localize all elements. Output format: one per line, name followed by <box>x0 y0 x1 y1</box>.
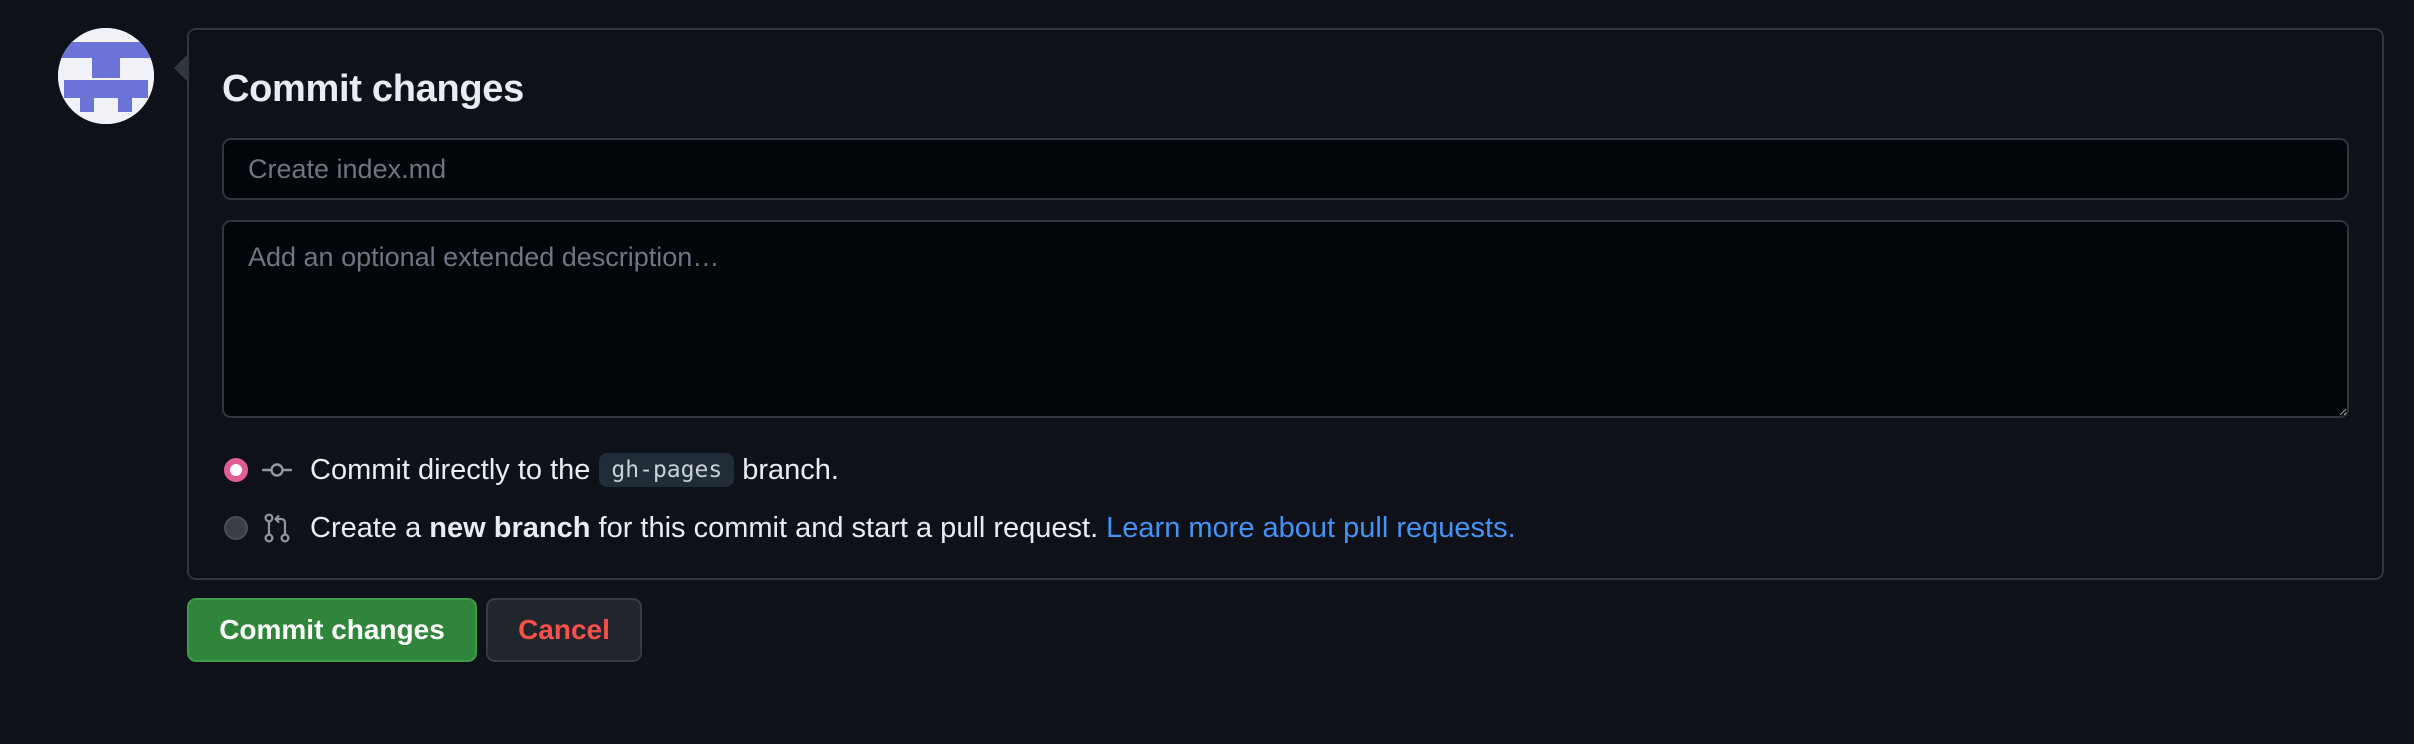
cancel-button[interactable]: Cancel <box>486 598 642 662</box>
commit-directly-text-before: Commit directly to the <box>310 453 591 486</box>
commit-description-textarea[interactable] <box>222 220 2349 418</box>
new-branch-bold-text: new branch <box>429 511 591 544</box>
commit-page: Commit changes Commit directly to the gh… <box>0 0 2414 744</box>
new-branch-text-before: Create a <box>310 511 422 544</box>
box-pointer <box>174 54 188 82</box>
identicon-icon <box>58 28 154 124</box>
branch-name-badge: gh-pages <box>599 453 735 487</box>
user-avatar[interactable] <box>58 28 154 124</box>
option-new-branch[interactable]: Create a new branch for this commit and … <box>224 508 1516 548</box>
option-commit-directly[interactable]: Commit directly to the gh-pages branch. <box>224 450 839 490</box>
commit-directly-text-after: branch. <box>742 453 839 486</box>
commit-summary-input[interactable] <box>222 138 2349 200</box>
git-pull-request-icon <box>262 513 292 543</box>
commit-directly-radio[interactable] <box>224 458 248 482</box>
git-commit-icon <box>262 455 292 485</box>
new-branch-radio[interactable] <box>224 516 248 540</box>
new-branch-text-after: for this commit and start a pull request… <box>598 511 1099 544</box>
commit-form-title: Commit changes <box>222 68 524 110</box>
learn-more-pull-requests-link[interactable]: Learn more about pull requests. <box>1106 512 1515 545</box>
commit-form-box: Commit changes Commit directly to the gh… <box>187 28 2384 580</box>
commit-changes-button[interactable]: Commit changes <box>187 598 477 662</box>
